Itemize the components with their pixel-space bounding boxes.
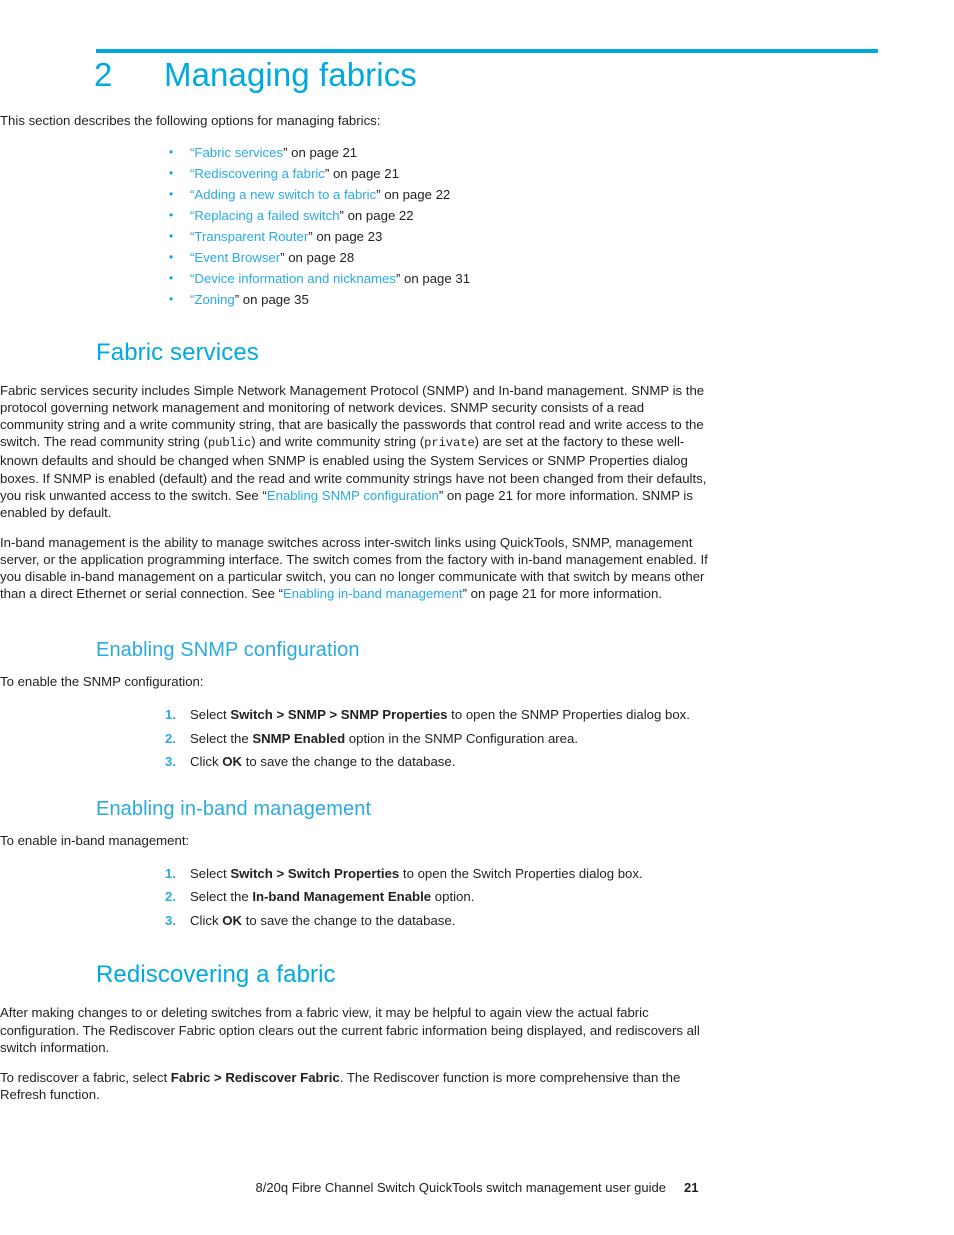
list-item[interactable]: “Transparent Router” on page 23 xyxy=(165,226,875,247)
cross-reference-page: ” on page 22 xyxy=(376,187,451,203)
step-text-post: to save the change to the database. xyxy=(242,912,456,928)
step-emphasis: In-band Management Enable xyxy=(252,889,432,905)
list-item: 2. Select the SNMP Enabled option in the … xyxy=(165,727,875,751)
step-text-post: to open the Switch Properties dialog box… xyxy=(399,865,643,881)
cross-reference-link[interactable]: Rediscovering a fabric xyxy=(194,166,324,181)
step-text-pre: Select the xyxy=(190,730,253,746)
list-item: 2. Select the In-band Management Enable o… xyxy=(165,885,875,909)
fs-p2-part-b: ” on page 21 for more information. xyxy=(462,586,662,602)
step-emphasis: OK xyxy=(222,754,243,770)
document-content: This section describes the following opt… xyxy=(0,112,954,1116)
list-item: 1. Select Switch > Switch Properties to o… xyxy=(165,862,875,886)
cross-reference-link[interactable]: Event Browser xyxy=(194,250,280,265)
link-enabling-in-band-management[interactable]: Enabling in-band management xyxy=(283,586,463,601)
cross-reference-page: ” on page 21 xyxy=(324,166,399,182)
cross-reference-page: ” on page 22 xyxy=(339,208,414,224)
cross-reference-link[interactable]: Fabric services xyxy=(194,145,283,160)
intro-lead: This section describes the following opt… xyxy=(0,113,381,128)
list-item: 3. Click OK to save the change to the dat… xyxy=(165,750,875,774)
step-text-post: to save the change to the database. xyxy=(242,754,456,770)
heading-enabling-snmp-configuration: Enabling SNMP configuration xyxy=(96,639,360,662)
cross-reference-page: ” on page 23 xyxy=(308,229,383,245)
menu-path-rediscover-fabric: Fabric > Rediscover Fabric xyxy=(170,1069,340,1085)
cross-reference-page: ” on page 28 xyxy=(280,250,355,266)
step-emphasis: SNMP Enabled xyxy=(252,730,346,746)
cross-reference-link[interactable]: Replacing a failed switch xyxy=(194,208,339,223)
footer-page-number: 21 xyxy=(683,1180,699,1195)
step-emphasis: Switch > Switch Properties xyxy=(230,865,400,881)
fs-p1-part-b: ) and write community string ( xyxy=(251,434,425,450)
rd-p2-part-a: To rediscover a fabric, select xyxy=(0,1069,171,1085)
cross-reference-link[interactable]: Transparent Router xyxy=(194,229,308,244)
cross-reference-page: ” on page 21 xyxy=(283,145,358,161)
rediscovering-paragraph-1: After making changes to or deleting swit… xyxy=(0,1005,700,1055)
step-number: 3. xyxy=(165,754,176,770)
link-enabling-snmp-configuration[interactable]: Enabling SNMP configuration xyxy=(267,488,439,503)
step-text-pre: Select xyxy=(190,865,231,881)
page-footer: 8/20q Fibre Channel Switch QuickTools sw… xyxy=(0,1180,954,1195)
step-text-pre: Select xyxy=(190,707,231,723)
list-item: 3. Click OK to save the change to the dat… xyxy=(165,909,875,933)
heading-fabric-services: Fabric services xyxy=(96,339,259,367)
list-item[interactable]: “Event Browser” on page 28 xyxy=(165,247,875,268)
document-page: 2 Managing fabrics This section describe… xyxy=(0,0,954,1235)
cross-reference-link[interactable]: Device information and nicknames xyxy=(194,271,396,286)
heading-rediscovering-a-fabric: Rediscovering a fabric xyxy=(96,961,336,989)
list-item[interactable]: “Replacing a failed switch” on page 22 xyxy=(165,205,875,226)
chapter-divider-rule xyxy=(96,49,878,53)
step-emphasis: OK xyxy=(222,912,243,928)
step-number: 2. xyxy=(165,730,176,746)
cross-reference-link[interactable]: Adding a new switch to a fabric xyxy=(194,187,376,202)
fabric-services-paragraph-1: Fabric services security includes Simple… xyxy=(0,382,710,521)
cross-reference-page: ” on page 31 xyxy=(395,271,471,287)
step-text-post: option. xyxy=(431,889,475,905)
chapter-number: 2 xyxy=(94,56,113,93)
step-text-post: to open the SNMP Properties dialog box. xyxy=(447,707,690,723)
cross-reference-link[interactable]: Zoning xyxy=(194,292,234,307)
list-item: 1. Select Switch > SNMP > SNMP Properties… xyxy=(165,703,875,727)
list-item[interactable]: “Adding a new switch to a fabric” on pag… xyxy=(165,184,875,205)
list-item[interactable]: “Device information and nicknames” on pa… xyxy=(165,268,875,289)
section-link-list: “Fabric services” on page 21“Rediscoveri… xyxy=(165,142,875,310)
rediscovering-paragraph-2: To rediscover a fabric, select Fabric > … xyxy=(0,1069,710,1103)
list-item[interactable]: “Rediscovering a fabric” on page 21 xyxy=(165,163,875,184)
enabling-inband-lead: To enable in-band management: xyxy=(0,832,190,848)
footer-guide-title: 8/20q Fibre Channel Switch QuickTools sw… xyxy=(255,1180,666,1195)
step-text-post: option in the SNMP Configuration area. xyxy=(345,730,579,746)
community-string-private: private xyxy=(424,436,475,451)
step-text-pre: Click xyxy=(190,912,223,928)
step-number: 1. xyxy=(165,865,176,881)
heading-enabling-in-band-management: Enabling in-band management xyxy=(96,797,372,820)
enabling-snmp-steps: 1. Select Switch > SNMP > SNMP Properties… xyxy=(165,703,875,774)
enabling-inband-steps: 1. Select Switch > Switch Properties to o… xyxy=(165,862,875,933)
chapter-header: 2 Managing fabrics xyxy=(94,56,884,93)
enabling-snmp-lead: To enable the SNMP configuration: xyxy=(0,674,204,690)
page-title: Managing fabrics xyxy=(164,56,417,93)
community-string-public: public xyxy=(207,436,252,451)
step-text-pre: Select the xyxy=(190,889,253,905)
fabric-services-paragraph-2: In-band management is the ability to man… xyxy=(0,534,710,602)
step-text-pre: Click xyxy=(190,754,223,770)
cross-reference-page: ” on page 35 xyxy=(234,292,309,308)
step-number: 3. xyxy=(165,912,176,928)
step-emphasis: Switch > SNMP > SNMP Properties xyxy=(230,707,448,723)
step-number: 1. xyxy=(165,707,176,723)
list-item[interactable]: “Fabric services” on page 21 xyxy=(165,142,875,163)
step-number: 2. xyxy=(165,889,176,905)
list-item[interactable]: “Zoning” on page 35 xyxy=(165,289,875,310)
